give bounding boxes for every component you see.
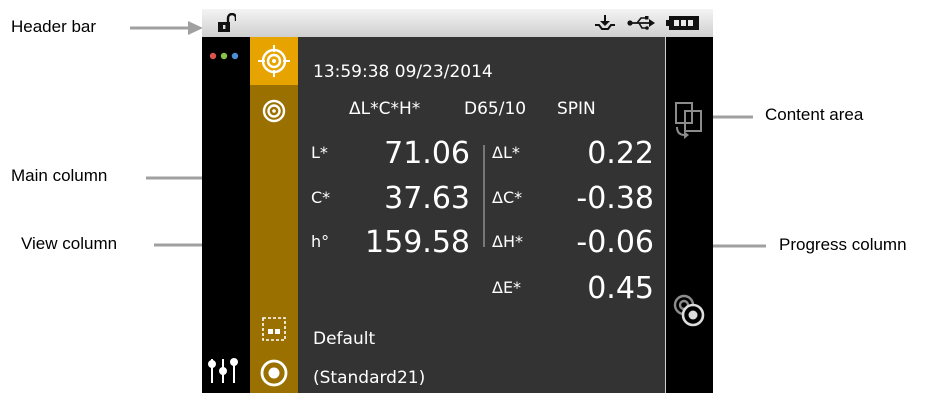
delta-value: -0.38 [576, 181, 654, 216]
target-pair-icon[interactable] [671, 291, 709, 331]
delta-value: 0.22 [587, 136, 654, 171]
target-icon[interactable] [262, 99, 286, 123]
content-area: 13:59:38 09/23/2014 ΔL*C*H* D65/10 SPIN … [298, 37, 665, 393]
row-value: 37.63 [384, 181, 470, 216]
sliders-icon[interactable] [208, 357, 238, 383]
usb-icon [627, 16, 655, 30]
delta-label: ΔL* [492, 143, 520, 162]
callout-progress-column: Progress column [779, 235, 907, 254]
mode-label: SPIN [557, 99, 596, 119]
layout-icon[interactable] [262, 317, 286, 341]
device-screen: 13:59:38 09/23/2014 ΔL*C*H* D65/10 SPIN … [202, 9, 713, 393]
delta-value: 0.45 [587, 271, 654, 306]
measure-circle-icon[interactable] [260, 359, 288, 387]
row-value: 159.58 [365, 225, 470, 260]
timestamp: 13:59:38 09/23/2014 [313, 62, 493, 82]
header-bar [202, 9, 713, 37]
download-tray-icon [595, 15, 615, 30]
callout-main-column: Main column [11, 166, 108, 185]
delta-header: ΔL*C*H* [349, 99, 421, 119]
main-column [202, 37, 250, 393]
view-column [250, 37, 298, 393]
delta-label: ΔC* [492, 188, 523, 207]
row-label: C* [311, 188, 331, 207]
standard-id: (Standard21) [313, 368, 426, 388]
standard-name: Default [313, 329, 376, 349]
dots-menu-icon[interactable] [208, 51, 242, 61]
delta-label: ΔE* [492, 278, 522, 297]
callout-arrow-header [130, 21, 203, 35]
battery-icon [666, 16, 699, 30]
column-divider [483, 145, 485, 247]
target-crosshair-icon [258, 45, 290, 77]
view-tab-active[interactable] [250, 37, 298, 85]
compare-icon[interactable] [673, 101, 707, 141]
row-value: 71.06 [384, 136, 470, 171]
progress-column [665, 37, 713, 393]
illuminant-label: D65/10 [464, 99, 527, 119]
row-label: L* [311, 143, 328, 162]
delta-label: ΔH* [492, 232, 523, 251]
unlock-icon[interactable] [218, 13, 236, 33]
callout-content-area: Content area [765, 105, 864, 124]
callout-header-bar: Header bar [11, 17, 97, 36]
row-label: h° [311, 232, 330, 251]
callout-view-column: View column [21, 234, 118, 253]
delta-value: -0.06 [576, 225, 654, 260]
